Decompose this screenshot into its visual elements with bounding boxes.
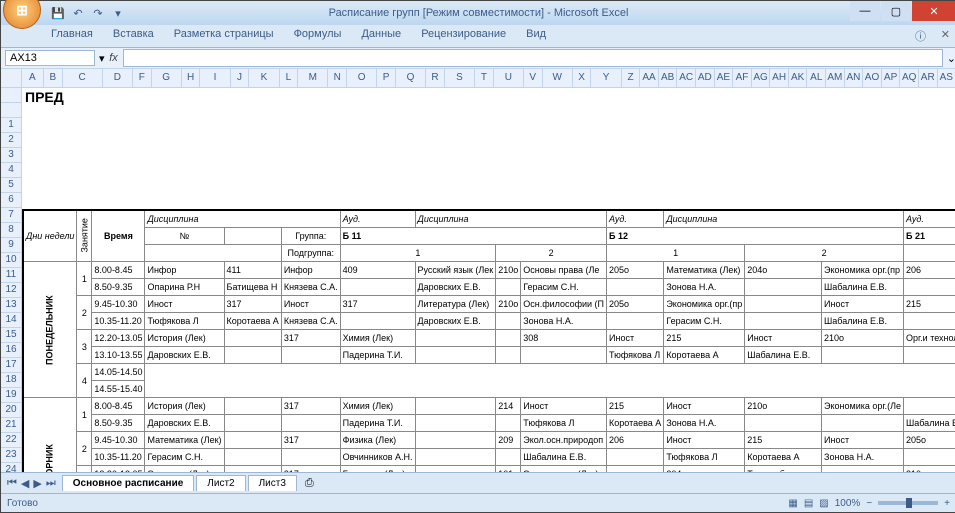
view-layout-icon[interactable]: ▤ [804, 498, 813, 509]
status-text: Готово [7, 498, 38, 509]
sheet-tab-2[interactable]: Лист2 [196, 475, 245, 491]
spreadsheet-grid[interactable]: ПРЕДУТВЕРЖДАЮДиректор Вятский Государств… [22, 88, 955, 472]
window-title: Расписание групп [Режим совместимости] -… [1, 7, 955, 19]
new-sheet-icon[interactable]: ⎙ [299, 477, 320, 490]
tab-next-icon[interactable]: ▶ [33, 477, 41, 490]
formula-bar: ▾ fx ⌄ [1, 48, 955, 69]
sheet-tab-bar: ⏮ ◀ ▶ ⏭ Основное расписание Лист2 Лист3 … [1, 472, 955, 493]
tab-last-icon[interactable]: ⏭ [46, 477, 56, 490]
view-break-icon[interactable]: ▨ [819, 498, 828, 509]
help-icon[interactable]: ⓘ [915, 28, 926, 44]
tab-formulas[interactable]: Формулы [284, 25, 352, 47]
tab-home[interactable]: Главная [41, 25, 103, 47]
tab-pagelayout[interactable]: Разметка страницы [164, 25, 284, 47]
mdi-close-icon[interactable]: ✕ [941, 28, 950, 41]
formula-input[interactable] [123, 49, 943, 67]
zoom-level[interactable]: 100% [835, 498, 861, 509]
tab-insert[interactable]: Вставка [103, 25, 164, 47]
column-headers[interactable]: ABC DFGH IJKL MNOP QRST UVWX YZAAAB ACAD… [1, 69, 955, 88]
tab-first-icon[interactable]: ⏮ [7, 477, 17, 490]
expand-formula-icon[interactable]: ⌄ [947, 52, 955, 65]
fx-icon[interactable]: fx [105, 52, 123, 64]
zoom-in-icon[interactable]: + [944, 498, 950, 509]
tab-view[interactable]: Вид [516, 25, 556, 47]
sheet-tab-main[interactable]: Основное расписание [62, 475, 195, 491]
view-normal-icon[interactable]: ▦ [788, 498, 797, 509]
tab-review[interactable]: Рецензирование [411, 25, 516, 47]
tab-data[interactable]: Данные [351, 25, 411, 47]
minimize-button[interactable]: — [850, 1, 880, 21]
name-box[interactable] [5, 50, 95, 66]
sheet-tab-3[interactable]: Лист3 [248, 475, 297, 491]
zoom-out-icon[interactable]: − [866, 498, 872, 509]
zoom-slider[interactable] [878, 501, 938, 505]
ribbon-tabs: Главная Вставка Разметка страницы Формул… [1, 25, 955, 48]
tab-prev-icon[interactable]: ◀ [21, 477, 29, 490]
row-headers[interactable]: 1234567891011121314151617181920212223242… [1, 88, 22, 472]
title-bar: ⊞ 💾 ↶ ↷ ▾ Расписание групп [Режим совмес… [1, 1, 955, 25]
close-button[interactable]: ✕ [912, 1, 955, 21]
maximize-button[interactable]: ▢ [881, 1, 911, 21]
